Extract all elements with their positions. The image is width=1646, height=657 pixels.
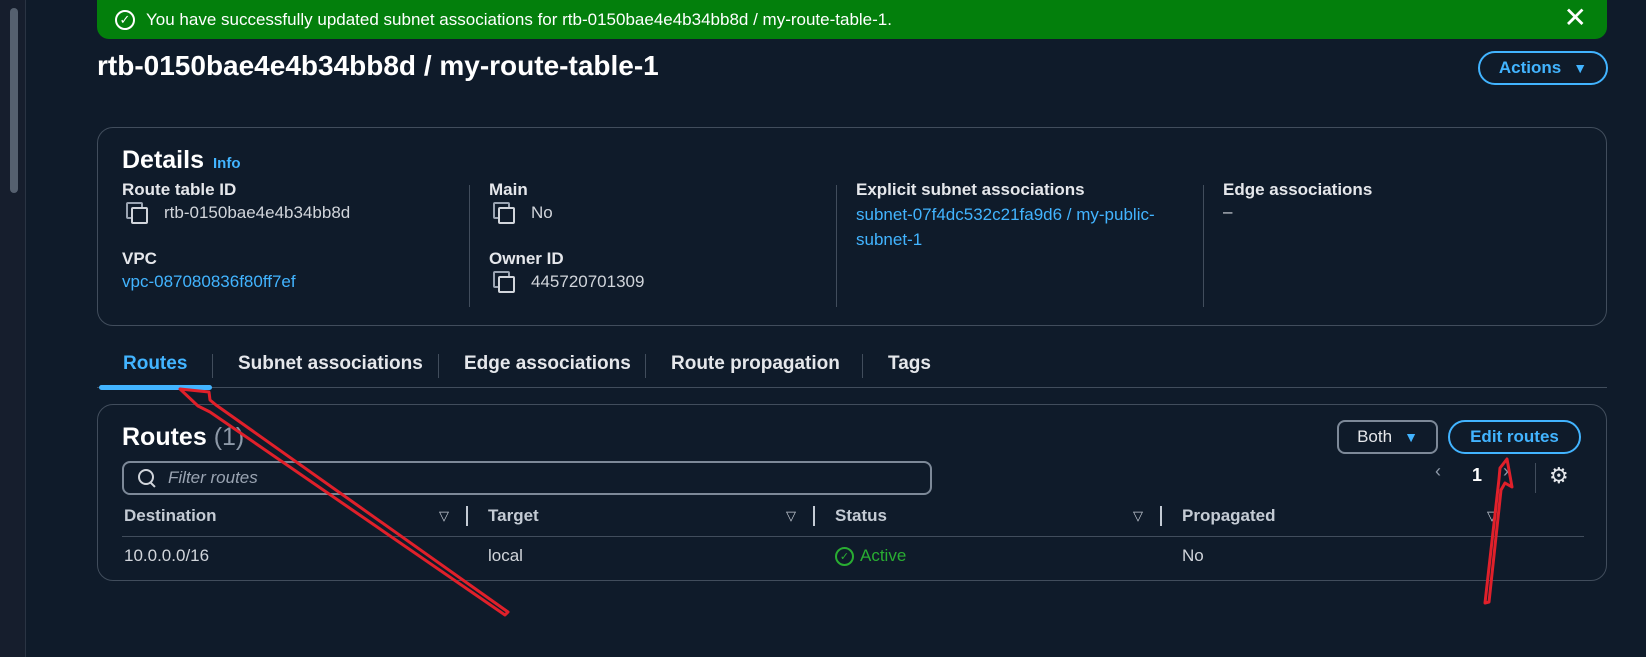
column-header-propagated[interactable]: Propagated (1182, 506, 1276, 526)
cell-propagated: No (1182, 546, 1204, 565)
main-label: Main (489, 180, 528, 199)
copy-icon[interactable] (493, 271, 515, 293)
column-divider (469, 185, 470, 307)
edge-associations-value: – (1223, 202, 1233, 221)
tab-route-propagation[interactable]: Route propagation (671, 353, 840, 375)
vpc-link[interactable]: vpc-087080836f80ff7ef (122, 269, 296, 294)
column-resizer[interactable] (466, 506, 468, 526)
tab-bar: Routes Subnet associations Edge associat… (97, 344, 1607, 390)
actions-label: Actions (1498, 58, 1562, 77)
actions-button[interactable]: Actions ▼ (1478, 51, 1608, 85)
filter-routes-field[interactable] (122, 461, 932, 495)
tab-separator (212, 354, 213, 378)
check-circle-icon: ✓ (835, 546, 854, 566)
search-icon (138, 469, 156, 487)
tab-separator (862, 354, 863, 378)
tab-routes[interactable]: Routes (123, 353, 187, 375)
route-table-id-label: Route table ID (122, 180, 237, 199)
sort-icon[interactable]: ▽ (786, 508, 796, 524)
cell-status: ✓ Active (835, 546, 906, 566)
route-table-id-text: rtb-0150bae4e4b34bb8d (164, 203, 351, 222)
scrollbar[interactable] (0, 0, 26, 657)
routes-count: (1) (213, 423, 245, 451)
sort-icon[interactable]: ▽ (439, 508, 449, 524)
sort-icon[interactable]: ▽ (1487, 508, 1497, 524)
main-value: No (489, 202, 553, 224)
owner-id-label: Owner ID (489, 249, 564, 268)
pager-divider (1535, 463, 1536, 493)
active-tab-indicator (99, 385, 212, 390)
route-filter-value: Both (1357, 427, 1393, 446)
cell-destination: 10.0.0.0/16 (124, 546, 210, 565)
header-divider (122, 536, 1584, 537)
owner-id-text: 445720701309 (531, 272, 645, 291)
main-text: No (531, 203, 553, 222)
tab-separator (645, 354, 646, 378)
page-title: rtb-0150bae4e4b34bb8d / my-route-table-1 (97, 50, 659, 81)
tab-edge-associations[interactable]: Edge associations (464, 353, 631, 375)
column-divider (1203, 185, 1204, 307)
previous-page-icon[interactable]: ‹ (1435, 461, 1441, 482)
routes-title: Routes (1) (122, 423, 244, 452)
explicit-subnet-label: Explicit subnet associations (856, 180, 1085, 199)
filter-routes-input[interactable] (168, 468, 868, 488)
explicit-subnet-line1: subnet-07f4dc532c21fa9d6 / my-public- (856, 205, 1155, 224)
owner-id-value: 445720701309 (489, 271, 644, 293)
check-circle-icon: ✓ (115, 9, 135, 30)
route-filter-select[interactable]: Both ▼ (1337, 420, 1438, 454)
gear-icon[interactable]: ⚙ (1549, 463, 1569, 489)
vpc-label: VPC (122, 249, 157, 268)
copy-icon[interactable] (126, 202, 148, 224)
status-text: Active (860, 546, 907, 565)
close-icon[interactable]: ✕ (1564, 4, 1587, 32)
next-page-icon[interactable]: › (1503, 461, 1509, 482)
tab-tags[interactable]: Tags (888, 353, 931, 375)
explicit-subnet-line2: subnet-1 (856, 230, 923, 249)
edit-routes-label: Edit routes (1470, 427, 1559, 446)
edge-associations-label: Edge associations (1223, 180, 1373, 199)
column-resizer[interactable] (1160, 506, 1162, 526)
details-title: Details (122, 146, 204, 174)
cell-target: local (488, 546, 523, 565)
page-number[interactable]: 1 (1472, 465, 1482, 486)
column-header-target[interactable]: Target (488, 506, 539, 526)
column-header-destination[interactable]: Destination (124, 506, 217, 526)
tab-subnet-associations[interactable]: Subnet associations (238, 353, 423, 375)
route-table-id-value: rtb-0150bae4e4b34bb8d (122, 202, 350, 224)
success-message: You have successfully updated subnet ass… (146, 9, 892, 29)
caret-down-icon: ▼ (1573, 60, 1588, 76)
column-divider (836, 185, 837, 307)
caret-down-icon: ▼ (1404, 429, 1418, 445)
details-panel: Details Info Route table ID rtb-0150bae4… (97, 127, 1607, 326)
sort-icon[interactable]: ▽ (1133, 508, 1143, 524)
routes-title-text: Routes (122, 423, 207, 451)
copy-icon[interactable] (493, 202, 515, 224)
scrollbar-thumb[interactable] (10, 8, 18, 193)
explicit-subnet-link[interactable]: subnet-07f4dc532c21fa9d6 / my-public- su… (856, 202, 1155, 252)
tab-separator (438, 354, 439, 378)
edit-routes-button[interactable]: Edit routes (1448, 420, 1581, 454)
column-header-status[interactable]: Status (835, 506, 887, 526)
column-resizer[interactable] (813, 506, 815, 526)
routes-panel: Routes (1) Both ▼ Edit routes ‹ 1 › ⚙ De… (97, 404, 1607, 581)
info-link[interactable]: Info (213, 155, 241, 172)
success-banner: ✓ You have successfully updated subnet a… (97, 0, 1607, 39)
